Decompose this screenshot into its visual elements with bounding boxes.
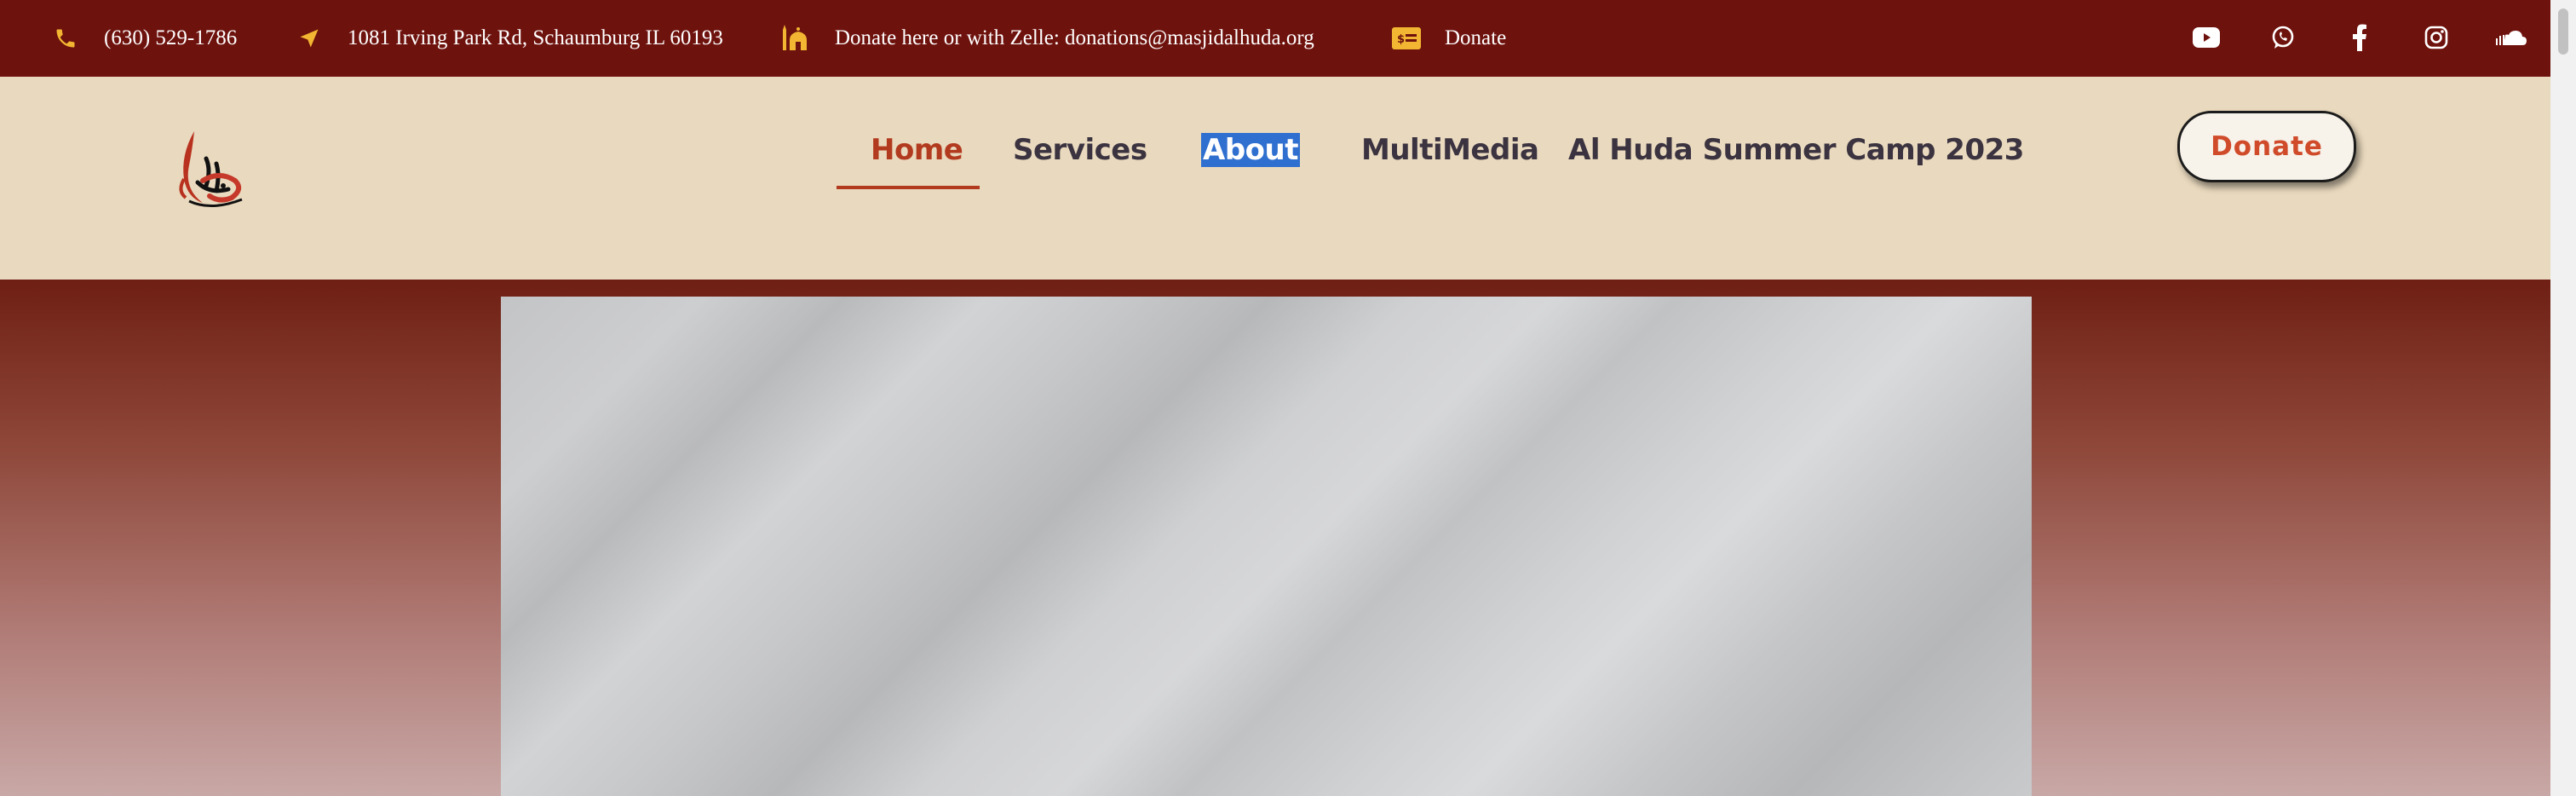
address-contact[interactable]: 1081 Irving Park Rd, Schaumburg IL 60193	[295, 0, 723, 84]
soundcloud-link[interactable]	[2493, 19, 2530, 56]
location-arrow-icon	[295, 24, 324, 53]
scrollbar-thumb[interactable]	[2558, 9, 2568, 55]
instagram-link[interactable]	[2418, 19, 2455, 56]
phone-number: (630) 529-1786	[104, 26, 238, 49]
facebook-link[interactable]	[2341, 19, 2378, 56]
site-header: Home Services About MultiMedia Al Huda S…	[0, 77, 2550, 280]
nav-multimedia[interactable]: MultiMedia	[1361, 128, 1539, 172]
zelle-donation-info[interactable]: Donate here or with Zelle: donations@mas…	[782, 0, 1314, 84]
donate-button[interactable]: Donate	[2177, 111, 2356, 182]
mosque-icon	[782, 24, 811, 53]
address-text: 1081 Irving Park Rd, Schaumburg IL 60193	[348, 26, 723, 49]
phone-contact[interactable]: (630) 529-1786	[51, 0, 237, 84]
donate-link-text: Donate	[1445, 26, 1507, 49]
instagram-icon	[2424, 26, 2448, 49]
donation-card-icon: $	[1392, 24, 1421, 53]
nav-summer-camp[interactable]: Al Huda Summer Camp 2023	[1568, 128, 2024, 172]
masjid-logo-icon	[179, 131, 243, 208]
facebook-icon	[2353, 24, 2366, 51]
donate-link[interactable]: $ Donate	[1392, 0, 1506, 84]
page-scrollbar[interactable]	[2550, 0, 2576, 796]
nav-about[interactable]: About	[1201, 128, 1300, 172]
nav-home[interactable]: Home	[871, 128, 963, 172]
hero-image-placeholder	[501, 297, 2032, 796]
whatsapp-link[interactable]	[2264, 19, 2302, 56]
youtube-icon	[2193, 27, 2220, 48]
phone-icon	[51, 24, 80, 53]
hero-section	[0, 280, 2550, 796]
nav-services[interactable]: Services	[1013, 128, 1147, 172]
svg-text:$: $	[1397, 33, 1405, 46]
nav-active-underline	[837, 186, 980, 189]
top-info-bar: (630) 529-1786 1081 Irving Park Rd, Scha…	[0, 0, 2550, 77]
whatsapp-icon	[2272, 26, 2294, 49]
site-logo[interactable]	[169, 130, 249, 211]
zelle-text: Donate here or with Zelle: donations@mas…	[835, 26, 1314, 49]
nav-about-label: About	[1201, 133, 1300, 167]
soundcloud-icon	[2496, 31, 2527, 45]
youtube-link[interactable]	[2188, 19, 2225, 56]
